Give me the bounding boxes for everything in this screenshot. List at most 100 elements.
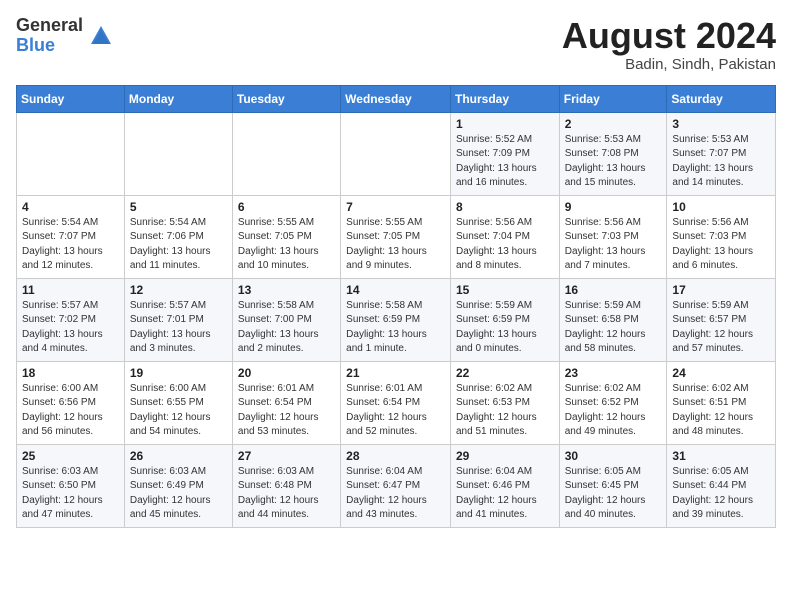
day-cell: 8 Sunrise: 5:56 AM Sunset: 7:04 PM Daylig… (450, 195, 559, 278)
col-header-monday: Monday (124, 85, 232, 112)
day-info: Sunrise: 5:55 AM Sunset: 7:05 PM Dayligh… (238, 216, 335, 274)
day-number: 30 (565, 449, 662, 463)
day-cell: 18Sunrise: 6:00 AM Sunset: 6:56 PM Dayli… (17, 361, 125, 444)
header-row: SundayMondayTuesdayWednesdayThursdayFrid… (17, 85, 776, 112)
day-info: Sunrise: 5:57 AM Sunset: 7:02 PM Dayligh… (22, 299, 119, 357)
day-info: Sunrise: 6:04 AM Sunset: 6:46 PM Dayligh… (456, 465, 554, 523)
day-cell (232, 112, 340, 195)
day-cell: 24 Sunrise: 6:02 AM Sunset: 6:51 PM Dayli… (667, 361, 776, 444)
col-header-sunday: Sunday (17, 85, 125, 112)
day-cell: 23Sunrise: 6:02 AM Sunset: 6:52 PM Dayli… (559, 361, 667, 444)
day-cell: 6 Sunrise: 5:55 AM Sunset: 7:05 PM Daylig… (232, 195, 340, 278)
day-number: 21 (346, 366, 445, 380)
day-number: 20 (238, 366, 335, 380)
title-block: August 2024 Badin, Sindh, Pakistan (562, 16, 776, 73)
day-info: Sunrise: 6:02 AM Sunset: 6:51 PM Dayligh… (672, 382, 770, 440)
logo-blue: Blue (16, 36, 83, 56)
day-cell: 29 Sunrise: 6:04 AM Sunset: 6:46 PM Dayli… (450, 444, 559, 527)
day-number: 26 (130, 449, 227, 463)
day-cell: 17 Sunrise: 5:59 AM Sunset: 6:57 PM Dayli… (667, 278, 776, 361)
day-info: Sunrise: 6:00 AM Sunset: 6:56 PM Dayligh… (22, 382, 119, 440)
day-cell: 31Sunrise: 6:05 AM Sunset: 6:44 PM Dayli… (667, 444, 776, 527)
day-number: 29 (456, 449, 554, 463)
day-info: Sunrise: 5:56 AM Sunset: 7:04 PM Dayligh… (456, 216, 554, 274)
week-row-5: 25 Sunrise: 6:03 AM Sunset: 6:50 PM Dayli… (17, 444, 776, 527)
day-info: Sunrise: 5:58 AM Sunset: 6:59 PM Dayligh… (346, 299, 445, 357)
day-number: 4 (22, 200, 119, 214)
day-number: 5 (130, 200, 227, 214)
col-header-friday: Friday (559, 85, 667, 112)
month-year: August 2024 (562, 16, 776, 56)
day-info: Sunrise: 5:59 AM Sunset: 6:58 PM Dayligh… (565, 299, 662, 357)
day-info: Sunrise: 6:03 AM Sunset: 6:49 PM Dayligh… (130, 465, 227, 523)
logo-general: General (16, 16, 83, 36)
day-cell: 14Sunrise: 5:58 AM Sunset: 6:59 PM Dayli… (341, 278, 451, 361)
day-number: 16 (565, 283, 662, 297)
location: Badin, Sindh, Pakistan (562, 56, 776, 73)
day-number: 2 (565, 117, 662, 131)
day-number: 19 (130, 366, 227, 380)
day-info: Sunrise: 5:59 AM Sunset: 6:57 PM Dayligh… (672, 299, 770, 357)
logo: General Blue (16, 16, 115, 56)
day-info: Sunrise: 6:03 AM Sunset: 6:50 PM Dayligh… (22, 465, 119, 523)
day-number: 1 (456, 117, 554, 131)
day-cell: 15 Sunrise: 5:59 AM Sunset: 6:59 PM Dayli… (450, 278, 559, 361)
day-cell: 3Sunrise: 5:53 AM Sunset: 7:07 PM Daylig… (667, 112, 776, 195)
day-cell: 22Sunrise: 6:02 AM Sunset: 6:53 PM Dayli… (450, 361, 559, 444)
day-number: 27 (238, 449, 335, 463)
day-cell: 7 Sunrise: 5:55 AM Sunset: 7:05 PM Daylig… (341, 195, 451, 278)
col-header-saturday: Saturday (667, 85, 776, 112)
day-number: 24 (672, 366, 770, 380)
day-cell: 10 Sunrise: 5:56 AM Sunset: 7:03 PM Dayli… (667, 195, 776, 278)
day-cell: 30 Sunrise: 6:05 AM Sunset: 6:45 PM Dayli… (559, 444, 667, 527)
day-number: 10 (672, 200, 770, 214)
day-cell: 13Sunrise: 5:58 AM Sunset: 7:00 PM Dayli… (232, 278, 340, 361)
day-cell: 26 Sunrise: 6:03 AM Sunset: 6:49 PM Dayli… (124, 444, 232, 527)
col-header-wednesday: Wednesday (341, 85, 451, 112)
day-cell: 4 Sunrise: 5:54 AM Sunset: 7:07 PM Daylig… (17, 195, 125, 278)
day-info: Sunrise: 6:05 AM Sunset: 6:44 PM Dayligh… (672, 465, 770, 523)
col-header-thursday: Thursday (450, 85, 559, 112)
day-number: 15 (456, 283, 554, 297)
day-number: 8 (456, 200, 554, 214)
week-row-2: 4 Sunrise: 5:54 AM Sunset: 7:07 PM Daylig… (17, 195, 776, 278)
col-header-tuesday: Tuesday (232, 85, 340, 112)
day-info: Sunrise: 5:59 AM Sunset: 6:59 PM Dayligh… (456, 299, 554, 357)
page-header: General Blue August 2024 Badin, Sindh, P… (16, 16, 776, 73)
day-cell: 9Sunrise: 5:56 AM Sunset: 7:03 PM Daylig… (559, 195, 667, 278)
day-cell: 27 Sunrise: 6:03 AM Sunset: 6:48 PM Dayli… (232, 444, 340, 527)
day-cell: 2 Sunrise: 5:53 AM Sunset: 7:08 PM Daylig… (559, 112, 667, 195)
day-cell: 5 Sunrise: 5:54 AM Sunset: 7:06 PM Daylig… (124, 195, 232, 278)
day-number: 13 (238, 283, 335, 297)
day-info: Sunrise: 5:54 AM Sunset: 7:06 PM Dayligh… (130, 216, 227, 274)
day-number: 25 (22, 449, 119, 463)
day-info: Sunrise: 6:00 AM Sunset: 6:55 PM Dayligh… (130, 382, 227, 440)
day-number: 11 (22, 283, 119, 297)
day-info: Sunrise: 5:53 AM Sunset: 7:08 PM Dayligh… (565, 133, 662, 191)
week-row-1: 1 Sunrise: 5:52 AM Sunset: 7:09 PM Daylig… (17, 112, 776, 195)
day-number: 22 (456, 366, 554, 380)
day-info: Sunrise: 5:56 AM Sunset: 7:03 PM Dayligh… (565, 216, 662, 274)
day-info: Sunrise: 6:01 AM Sunset: 6:54 PM Dayligh… (346, 382, 445, 440)
day-info: Sunrise: 5:55 AM Sunset: 7:05 PM Dayligh… (346, 216, 445, 274)
day-cell: 16 Sunrise: 5:59 AM Sunset: 6:58 PM Dayli… (559, 278, 667, 361)
day-number: 28 (346, 449, 445, 463)
week-row-4: 18Sunrise: 6:00 AM Sunset: 6:56 PM Dayli… (17, 361, 776, 444)
day-cell: 11 Sunrise: 5:57 AM Sunset: 7:02 PM Dayli… (17, 278, 125, 361)
day-number: 7 (346, 200, 445, 214)
day-info: Sunrise: 6:03 AM Sunset: 6:48 PM Dayligh… (238, 465, 335, 523)
day-info: Sunrise: 5:54 AM Sunset: 7:07 PM Dayligh… (22, 216, 119, 274)
logo-icon (87, 22, 115, 50)
day-cell: 19 Sunrise: 6:00 AM Sunset: 6:55 PM Dayli… (124, 361, 232, 444)
day-info: Sunrise: 5:52 AM Sunset: 7:09 PM Dayligh… (456, 133, 554, 191)
day-number: 6 (238, 200, 335, 214)
day-cell (17, 112, 125, 195)
day-cell: 1 Sunrise: 5:52 AM Sunset: 7:09 PM Daylig… (450, 112, 559, 195)
day-info: Sunrise: 6:05 AM Sunset: 6:45 PM Dayligh… (565, 465, 662, 523)
day-cell: 25 Sunrise: 6:03 AM Sunset: 6:50 PM Dayli… (17, 444, 125, 527)
day-info: Sunrise: 5:56 AM Sunset: 7:03 PM Dayligh… (672, 216, 770, 274)
day-info: Sunrise: 6:01 AM Sunset: 6:54 PM Dayligh… (238, 382, 335, 440)
week-row-3: 11 Sunrise: 5:57 AM Sunset: 7:02 PM Dayli… (17, 278, 776, 361)
day-number: 17 (672, 283, 770, 297)
day-cell: 20 Sunrise: 6:01 AM Sunset: 6:54 PM Dayli… (232, 361, 340, 444)
